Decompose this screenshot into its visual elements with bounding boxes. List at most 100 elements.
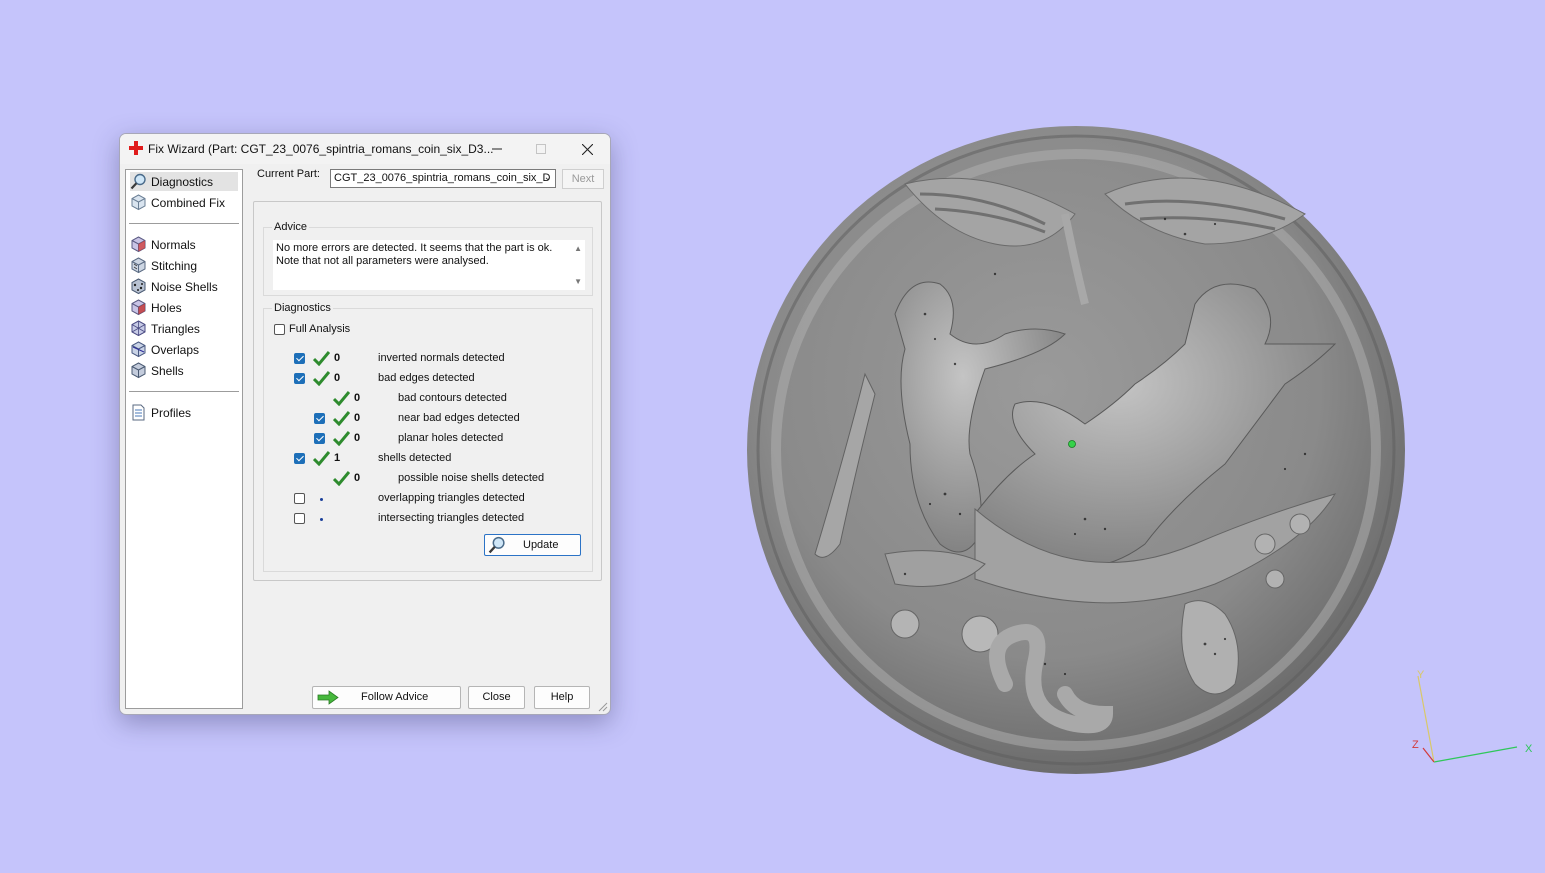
noise-shells-icon: [131, 278, 146, 295]
shells-label: shells detected: [378, 452, 452, 464]
green-check-icon: [333, 411, 350, 426]
wizard-sidebar: Diagnostics Combined Fix Normals Stitchi…: [125, 169, 243, 709]
title-bar[interactable]: Fix Wizard (Part: CGT_23_0076_spintria_r…: [120, 134, 610, 164]
sidebar-item-label: Combined Fix: [151, 195, 226, 210]
maximize-icon: [536, 144, 546, 154]
sidebar-item-label: Overlaps: [151, 342, 200, 357]
advice-text-box[interactable]: No more errors are detected. It seems th…: [273, 240, 585, 290]
sidebar-item-label: Diagnostics: [151, 174, 214, 189]
x-axis-line: [1433, 746, 1518, 763]
noise-shells-label: possible noise shells detected: [398, 472, 545, 484]
diagnostics-panel: Advice No more errors are detected. It s…: [253, 201, 602, 581]
bad-contours-label: bad contours detected: [398, 392, 507, 404]
near-bad-edges-checkbox[interactable]: [314, 413, 325, 424]
diagnostics-group: Diagnostics Full Analysis 0 inverted nor…: [263, 302, 593, 572]
sidebar-item-label: Holes: [151, 300, 182, 315]
green-check-icon: [333, 471, 350, 486]
sidebar-item-label: Triangles: [151, 321, 200, 336]
intersecting-triangles-checkbox[interactable]: [294, 513, 305, 524]
inverted-normals-count: 0: [334, 352, 341, 364]
near-bad-edges-label: near bad edges detected: [398, 412, 520, 424]
normals-cube-icon: [131, 236, 146, 253]
sidebar-item-label: Normals: [151, 237, 196, 252]
resize-grip-icon[interactable]: [598, 702, 608, 712]
shells-checkbox[interactable]: [294, 453, 305, 464]
holes-cube-icon: [131, 299, 146, 316]
sidebar-item-label: Shells: [151, 363, 184, 378]
overlaps-cube-icon: [131, 341, 146, 358]
bad-edges-checkbox[interactable]: [294, 373, 305, 384]
advice-title: Advice: [272, 221, 310, 233]
update-label: Update: [523, 539, 559, 551]
full-analysis-label: Full Analysis: [289, 323, 351, 335]
advice-text: No more errors are detected. It seems th…: [276, 242, 553, 267]
follow-advice-label: Follow Advice: [361, 691, 429, 703]
coin-3d-model[interactable]: [745, 124, 1407, 776]
current-part-select[interactable]: CGT_23_0076_spintria_romans_coin_six_D ⌄: [330, 169, 556, 188]
full-analysis-checkbox[interactable]: [274, 324, 285, 335]
profiles-document-icon: [132, 404, 145, 421]
shells-count: 1: [334, 452, 341, 464]
close-window-button[interactable]: [564, 134, 610, 164]
maximize-button[interactable]: [518, 134, 564, 164]
sidebar-item-holes[interactable]: Holes: [130, 298, 238, 317]
sidebar-item-combined-fix[interactable]: Combined Fix: [130, 193, 238, 212]
planar-holes-count: 0: [354, 432, 361, 444]
scroll-down-arrow-icon[interactable]: ▼: [574, 277, 582, 286]
sidebar-item-diagnostics[interactable]: Diagnostics: [130, 172, 238, 191]
axis-triad: X Y Z: [1412, 669, 1533, 763]
current-part-label: Current Part:: [257, 168, 320, 180]
sidebar-item-normals[interactable]: Normals: [130, 235, 238, 254]
noise-shells-count: 0: [354, 472, 361, 484]
cube-icon: [131, 194, 146, 211]
fix-wizard-window: Fix Wizard (Part: CGT_23_0076_spintria_r…: [119, 133, 611, 715]
sidebar-item-profiles[interactable]: Profiles: [130, 403, 238, 422]
z-axis-label: Z: [1412, 739, 1419, 751]
intersecting-triangles-label: intersecting triangles detected: [378, 512, 525, 524]
next-button[interactable]: Next: [562, 169, 604, 189]
sidebar-divider: [129, 391, 239, 392]
sidebar-divider: [129, 223, 239, 224]
chevron-down-icon: ⌄: [543, 172, 552, 183]
green-check-icon: [333, 391, 350, 406]
bad-edges-count: 0: [334, 372, 341, 384]
status-dot-icon: [320, 518, 323, 521]
status-dot-icon: [320, 498, 323, 501]
sidebar-item-label: Profiles: [151, 405, 192, 420]
sidebar-item-noise-shells[interactable]: Noise Shells: [130, 277, 238, 296]
minimize-icon: [492, 148, 502, 150]
sidebar-item-overlaps[interactable]: Overlaps: [130, 340, 238, 359]
sidebar-item-label: Stitching: [151, 258, 198, 273]
x-axis-label: X: [1525, 743, 1533, 755]
inverted-normals-checkbox[interactable]: [294, 353, 305, 364]
green-arrow-right-icon: [317, 690, 339, 705]
y-axis-label: Y: [1417, 669, 1425, 681]
inverted-normals-label: inverted normals detected: [378, 352, 505, 364]
magnifier-icon: [130, 173, 146, 190]
green-check-icon: [333, 431, 350, 446]
sidebar-item-shells[interactable]: Shells: [130, 361, 238, 380]
sidebar-item-triangles[interactable]: Triangles: [130, 319, 238, 338]
overlapping-triangles-checkbox[interactable]: [294, 493, 305, 504]
shells-cube-icon: [131, 362, 146, 379]
close-icon: [581, 143, 593, 155]
green-check-icon: [313, 451, 330, 466]
triangles-cube-icon: [131, 320, 146, 337]
magnifier-icon: [488, 536, 505, 554]
update-button[interactable]: Update: [484, 534, 581, 556]
scroll-up-arrow-icon[interactable]: ▲: [574, 244, 582, 253]
window-title: Fix Wizard (Part: CGT_23_0076_spintria_r…: [148, 142, 494, 156]
minimize-button[interactable]: [474, 134, 520, 164]
y-axis-line: [1417, 675, 1435, 763]
close-button[interactable]: Close: [468, 686, 525, 709]
green-check-icon: [313, 351, 330, 366]
near-bad-edges-count: 0: [354, 412, 361, 424]
advice-group: Advice No more errors are detected. It s…: [263, 221, 593, 296]
bad-edges-label: bad edges detected: [378, 372, 475, 384]
green-check-icon: [313, 371, 330, 386]
help-button[interactable]: Help: [534, 686, 590, 709]
sidebar-item-stitching[interactable]: Stitching: [130, 256, 238, 275]
follow-advice-button[interactable]: Follow Advice: [312, 686, 461, 709]
planar-holes-checkbox[interactable]: [314, 433, 325, 444]
red-cross-icon: [129, 141, 143, 155]
